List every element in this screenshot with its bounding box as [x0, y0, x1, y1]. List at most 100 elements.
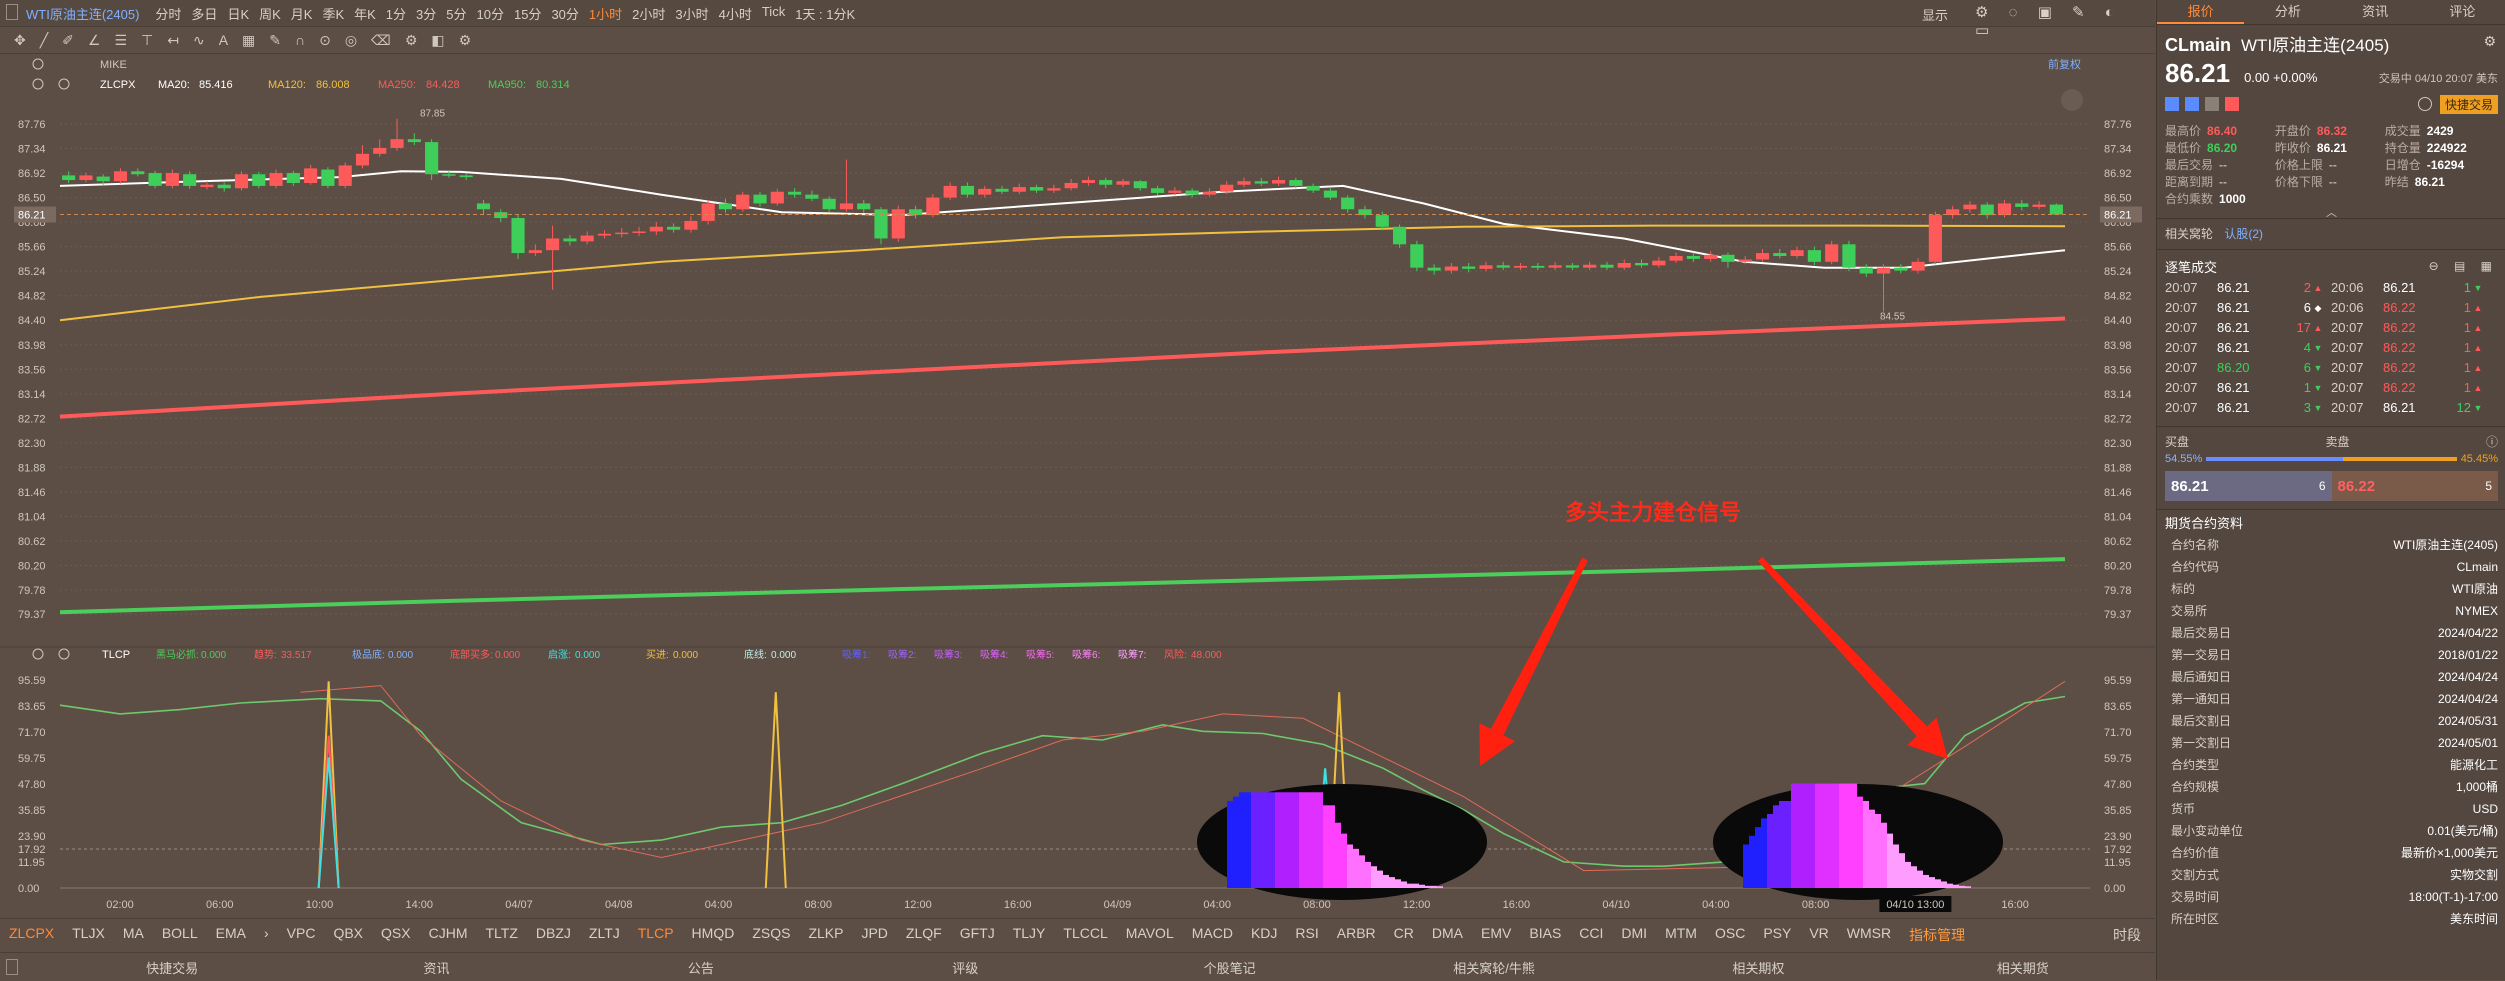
period-14[interactable]: 2小时 — [632, 4, 665, 23]
indicator-4[interactable]: EMA — [216, 925, 246, 945]
info-icon[interactable]: ⓘ — [2486, 433, 2498, 451]
period-11[interactable]: 15分 — [514, 4, 541, 23]
move-icon[interactable]: ✥ — [14, 32, 26, 49]
bid-box[interactable]: 86.21 6 — [2165, 471, 2332, 501]
indicator-37[interactable]: WMSR — [1847, 925, 1891, 945]
indicator-31[interactable]: CCI — [1579, 925, 1603, 945]
indicator-25[interactable]: RSI — [1295, 925, 1318, 945]
related-rights[interactable]: 认股(2) — [2224, 227, 2263, 241]
indicator-35[interactable]: PSY — [1763, 925, 1791, 945]
bottom-tab-3[interactable]: 评级 — [833, 958, 1097, 977]
ruler-icon[interactable]: ▦ — [242, 32, 255, 49]
quote-tab-0[interactable]: 报价 — [2157, 0, 2245, 24]
period-17[interactable]: Tick — [762, 4, 785, 23]
period-10[interactable]: 10分 — [477, 4, 504, 23]
indicator-5[interactable]: › — [264, 925, 269, 945]
indicator-27[interactable]: CR — [1394, 925, 1414, 945]
quote-tab-1[interactable]: 分析 — [2244, 0, 2331, 24]
text-icon[interactable]: A — [219, 32, 228, 48]
indicator-20[interactable]: TLJY — [1013, 925, 1046, 945]
delete-icon[interactable]: ⌫ — [371, 32, 391, 49]
indicator-11[interactable]: DBZJ — [536, 925, 571, 945]
indicator-14[interactable]: HMQD — [692, 925, 735, 945]
period-9[interactable]: 5分 — [446, 4, 466, 23]
quote-tab-3[interactable]: 评论 — [2419, 0, 2505, 24]
tick-view-icons[interactable]: ⊖ ▤ ▦ — [2429, 259, 2498, 273]
indicator-29[interactable]: EMV — [1481, 925, 1511, 945]
collapse-icon[interactable] — [6, 959, 18, 975]
period-3[interactable]: 周K — [259, 4, 281, 23]
period-5[interactable]: 季K — [322, 4, 344, 23]
angle-icon[interactable]: ∠ — [88, 32, 101, 49]
period-6[interactable]: 年K — [354, 4, 376, 23]
ask-box[interactable]: 86.22 5 — [2331, 471, 2498, 501]
bottom-tab-2[interactable]: 公告 — [569, 958, 833, 977]
indicator-15[interactable]: ZSQS — [752, 925, 790, 945]
period-18[interactable]: 1天 : 1分K — [795, 4, 855, 23]
line-tool-icon[interactable]: ╱ — [40, 32, 48, 49]
period-4[interactable]: 月K — [291, 4, 313, 23]
indicator-33[interactable]: MTM — [1665, 925, 1697, 945]
indicator-9[interactable]: CJHM — [429, 925, 468, 945]
collapse-panel-icon[interactable] — [2061, 89, 2083, 111]
bottom-tab-7[interactable]: 相关期货 — [1891, 958, 2155, 977]
bottom-tab-1[interactable]: 资讯 — [304, 958, 568, 977]
quote-tab-2[interactable]: 资讯 — [2332, 0, 2419, 24]
bottom-tab-0[interactable]: 快捷交易 — [40, 958, 304, 977]
period-0[interactable]: 分时 — [155, 4, 181, 23]
indicator-18[interactable]: ZLQF — [906, 925, 942, 945]
indicator-26[interactable]: ARBR — [1337, 925, 1376, 945]
period-16[interactable]: 4小时 — [719, 4, 752, 23]
lock-icon[interactable]: ⊙ — [319, 32, 331, 49]
gear-icon[interactable]: ⚙ — [459, 32, 472, 49]
period-13[interactable]: 1小时 — [589, 4, 622, 23]
indicator-6[interactable]: VPC — [287, 925, 316, 945]
indicator-7[interactable]: QBX — [333, 925, 363, 945]
settings-icon[interactable]: ⚙ — [405, 32, 418, 49]
indicator-38[interactable]: 指标管理 — [1909, 925, 1965, 945]
indicator-30[interactable]: BIAS — [1529, 925, 1561, 945]
bottom-tab-5[interactable]: 相关窝轮/牛熊 — [1362, 958, 1626, 977]
indicator-3[interactable]: BOLL — [162, 925, 198, 945]
period-2[interactable]: 日K — [227, 4, 249, 23]
indicator-0[interactable]: ZLCPX — [9, 925, 54, 945]
indicator-2[interactable]: MA — [123, 925, 144, 945]
indicator-19[interactable]: GFTJ — [960, 925, 995, 945]
info-icon[interactable] — [2417, 97, 2432, 111]
bottom-tab-4[interactable]: 个股笔记 — [1098, 958, 1362, 977]
indicator-16[interactable]: ZLKP — [808, 925, 843, 945]
brush-icon[interactable]: ✐ — [62, 32, 74, 49]
indicator-10[interactable]: TLTZ — [485, 925, 517, 945]
layers-icon[interactable]: ◧ — [431, 32, 444, 49]
period-15[interactable]: 3小时 — [675, 4, 708, 23]
indicator-8[interactable]: QSX — [381, 925, 411, 945]
period-1[interactable]: 多日 — [191, 4, 217, 23]
indicator-12[interactable]: ZLTJ — [589, 925, 620, 945]
session-button[interactable]: 时段 — [2113, 925, 2141, 945]
indicator-34[interactable]: OSC — [1715, 925, 1745, 945]
bottom-tab-6[interactable]: 相关期权 — [1626, 958, 1890, 977]
indicator-21[interactable]: TLCCL — [1063, 925, 1107, 945]
display-button[interactable]: 显示 — [1922, 5, 1948, 24]
grid-icon[interactable]: ☰ — [114, 32, 127, 49]
indicator-28[interactable]: DMA — [1432, 925, 1463, 945]
fib-icon[interactable]: ⊤ — [141, 32, 153, 49]
settings-icon[interactable]: ⚙ — [2483, 33, 2496, 50]
indicator-17[interactable]: JPD — [861, 925, 887, 945]
indicator-1[interactable]: TLJX — [72, 925, 105, 945]
panel-toggle-icon[interactable] — [6, 4, 18, 20]
magnet-icon[interactable]: ∩ — [295, 32, 305, 48]
expand-icon[interactable]: ︿ — [2165, 208, 2498, 219]
quick-trade-button[interactable]: 快捷交易 — [2439, 94, 2498, 114]
related-warrant[interactable]: 相关窝轮 — [2165, 227, 2213, 241]
indicator-24[interactable]: KDJ — [1251, 925, 1277, 945]
period-7[interactable]: 1分 — [386, 4, 406, 23]
indicator-22[interactable]: MAVOL — [1126, 925, 1174, 945]
kline-chart[interactable]: MIKE ZLCPX MA20: 85.416 MA120: 86.008 MA250: 84… — [0, 54, 2155, 914]
wave-icon[interactable]: ∿ — [193, 32, 205, 49]
arrow-icon[interactable]: ↤ — [167, 32, 179, 49]
period-8[interactable]: 3分 — [416, 4, 436, 23]
symbol-title[interactable]: WTI原油主连(2405) — [26, 4, 139, 23]
indicator-36[interactable]: VR — [1809, 925, 1828, 945]
indicator-32[interactable]: DMI — [1621, 925, 1647, 945]
